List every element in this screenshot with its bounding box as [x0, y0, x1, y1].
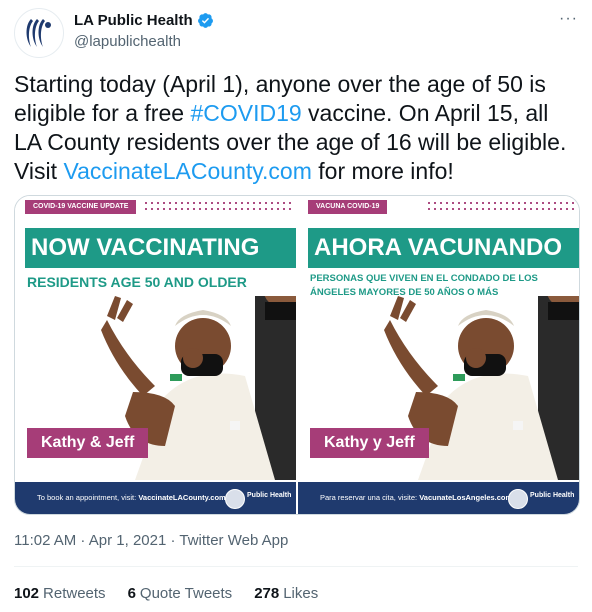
county-seal-icon — [508, 489, 528, 509]
footer-prefix: To book an appointment, visit: — [37, 493, 139, 502]
verified-badge-icon — [197, 13, 213, 28]
avatar[interactable] — [14, 8, 64, 58]
footer-link: VaccinateLACounty.com — [138, 493, 226, 502]
dot-pattern — [143, 200, 293, 214]
media-image-english[interactable]: COVID-19 VACCINE UPDATE NOW VACCINATING … — [15, 196, 296, 514]
la-public-health-logo-icon — [16, 10, 62, 56]
footer-text: To book an appointment, visit: Vaccinate… — [37, 482, 226, 514]
retweets-stat[interactable]: 102 Retweets — [14, 585, 106, 602]
media-image-spanish[interactable]: VACUNA COVID-19 AHORA VACUNANDO PERSONAS… — [298, 196, 579, 514]
author-name[interactable]: LA Public Health — [74, 12, 214, 29]
image-subtitle: RESIDENTS AGE 50 AND OLDER — [27, 274, 247, 290]
footer-text: Para reservar una cita, visite: Vacunate… — [320, 482, 512, 514]
quote-tweets-stat[interactable]: 6 Quote Tweets — [128, 585, 233, 602]
tweet-timestamp[interactable]: 11:02 AM · Apr 1, 2021 · Twitter Web App — [14, 532, 288, 549]
hashtag-link[interactable]: #COVID19 — [190, 100, 301, 126]
author-handle[interactable]: @lapublichealth — [74, 33, 181, 50]
names-label: Kathy & Jeff — [27, 428, 149, 458]
county-seal-icon — [225, 489, 245, 509]
retweets-count: 102 — [14, 585, 40, 602]
website-link[interactable]: VaccinateLACounty.com — [63, 158, 311, 184]
image-tag: COVID-19 VACCINE UPDATE — [25, 200, 137, 214]
tweet-header: LA Public Health @lapublichealth ··· — [14, 8, 578, 58]
quote-tweets-count: 6 — [127, 585, 136, 602]
footer-org: Public Health — [247, 492, 292, 499]
divider — [14, 566, 578, 567]
image-banner: AHORA VACUNANDO — [308, 228, 579, 268]
dot-pattern — [426, 200, 576, 214]
tweet-text: Starting today (April 1), anyone over th… — [14, 70, 580, 186]
footer-prefix: Para reservar una cita, visite: — [320, 493, 420, 502]
likes-stat[interactable]: 278 Likes — [254, 585, 318, 602]
retweets-label: Retweets — [43, 585, 106, 602]
likes-label: Likes — [283, 585, 319, 602]
quote-tweets-label: Quote Tweets — [139, 585, 233, 602]
footer-link: VacunateLosAngeles.com — [419, 493, 513, 502]
names-label: Kathy y Jeff — [310, 428, 429, 458]
more-options-icon[interactable]: ··· — [559, 10, 578, 28]
likes-count: 278 — [254, 585, 280, 602]
image-footer: To book an appointment, visit: Vaccinate… — [15, 482, 296, 514]
footer-org: Public Health — [530, 492, 575, 499]
image-tag: VACUNA COVID-19 — [308, 200, 388, 214]
tweet-text-part-3: for more info! — [311, 158, 454, 184]
image-footer: Para reservar una cita, visite: Vacunate… — [298, 482, 579, 514]
author-name-text[interactable]: LA Public Health — [74, 12, 193, 29]
image-banner: NOW VACCINATING — [25, 228, 296, 268]
tweet-media: COVID-19 VACCINE UPDATE NOW VACCINATING … — [14, 195, 580, 515]
tweet-stats: 102 Retweets 6 Quote Tweets 278 Likes — [14, 585, 318, 602]
